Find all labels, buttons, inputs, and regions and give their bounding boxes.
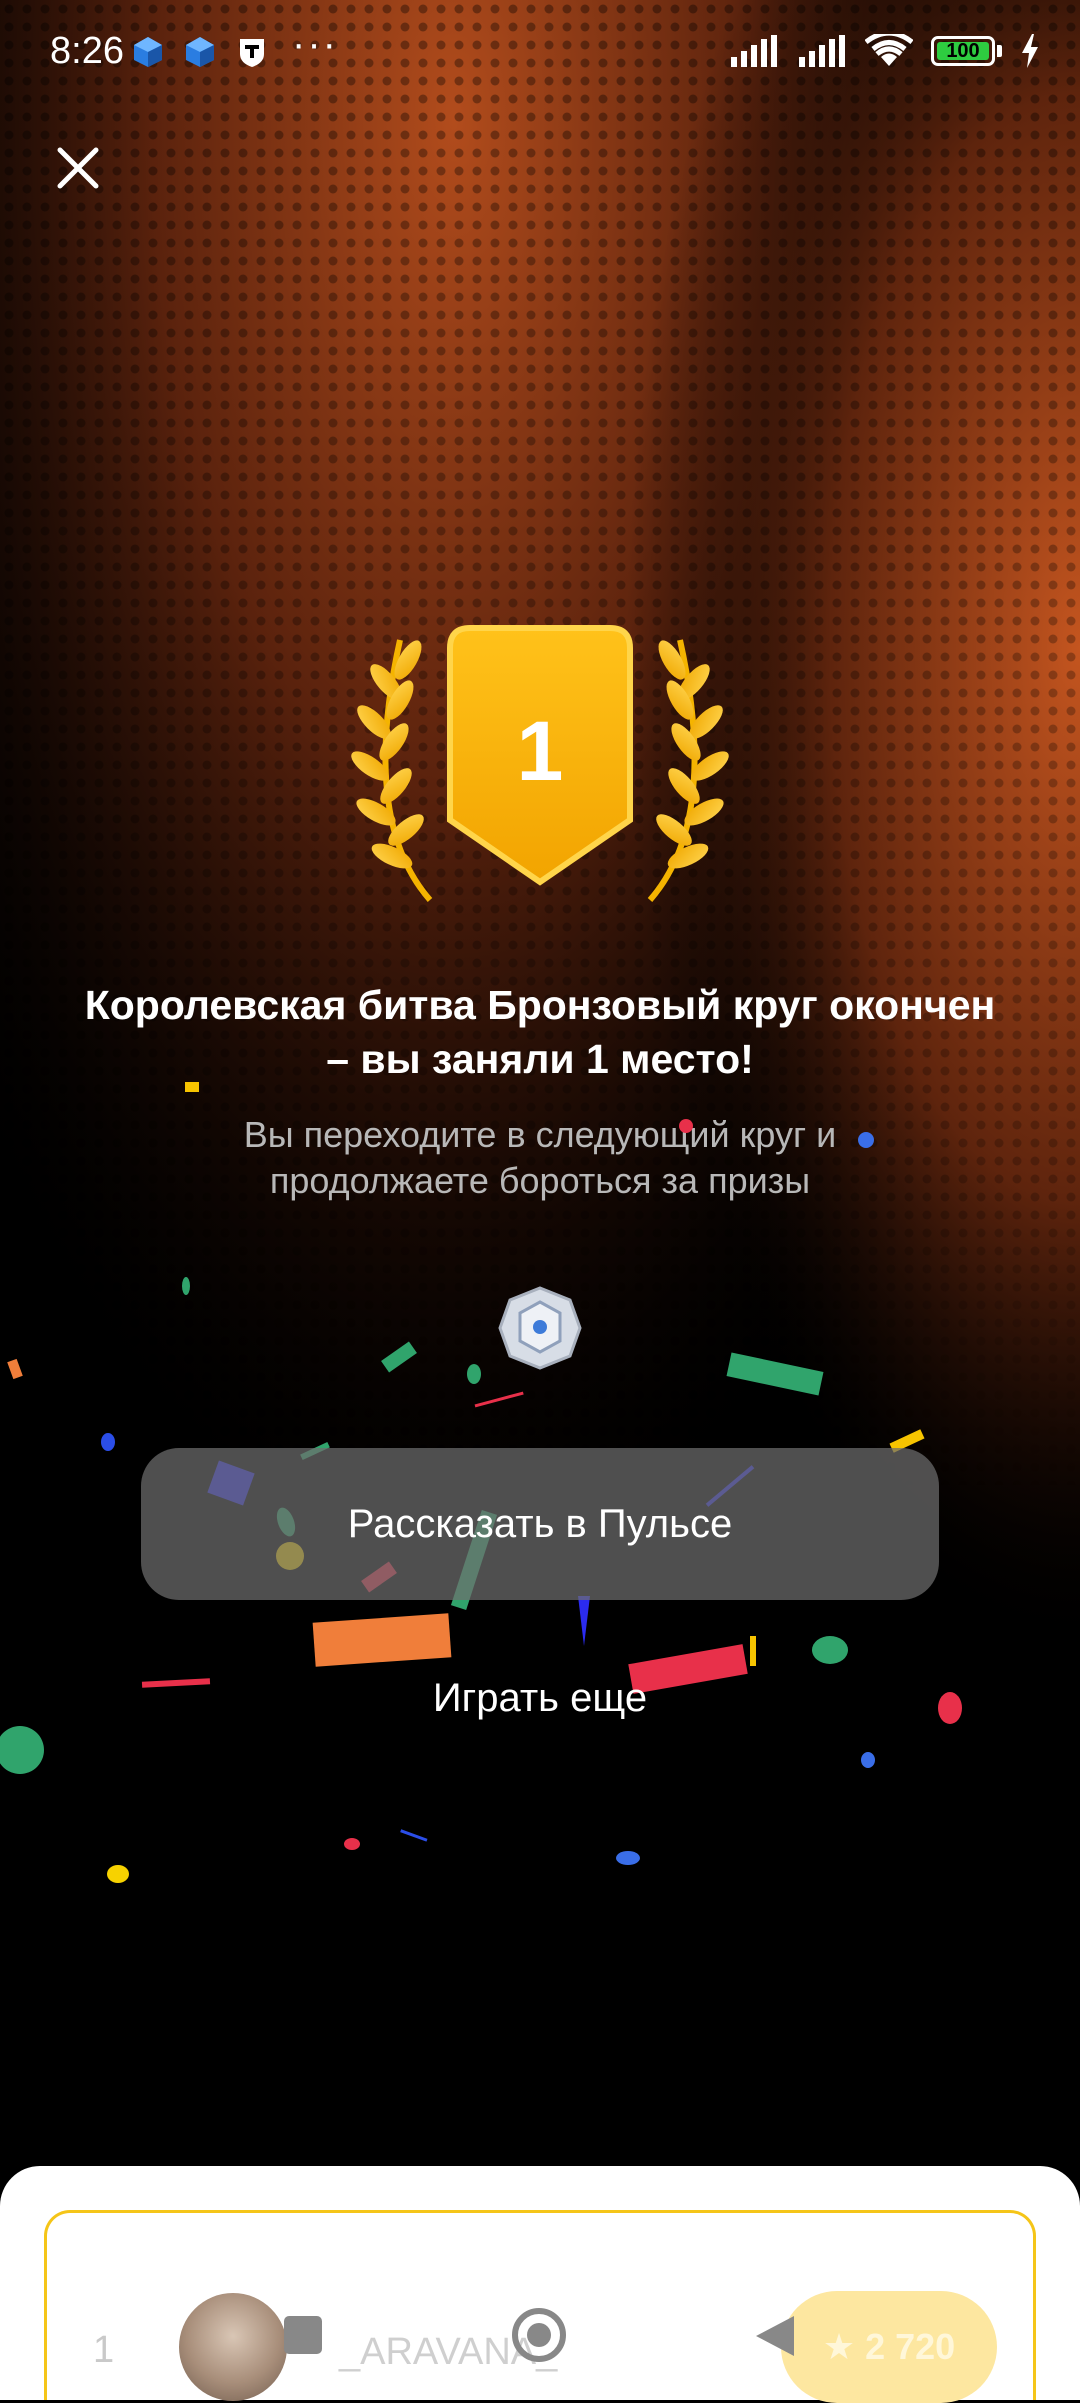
home-icon[interactable] <box>510 2306 568 2364</box>
notification-icons <box>130 34 270 70</box>
share-in-pulse-button[interactable]: Рассказать в Пульсе <box>141 1448 939 1600</box>
charging-icon <box>1022 34 1038 68</box>
status-time: 8:26 <box>50 30 124 72</box>
result-subtitle: Вы переходите в следующий круг и продолж… <box>243 1114 837 1201</box>
league-token-icon <box>498 1286 582 1370</box>
shield-t-app-icon <box>240 39 264 67</box>
system-icons: 100 <box>729 34 1040 68</box>
cube-app-icon <box>134 37 162 67</box>
system-nav-bar <box>0 2282 1080 2400</box>
laurel-left-icon <box>351 639 433 902</box>
close-icon[interactable] <box>50 140 106 196</box>
first-place-badge: 1 <box>351 625 729 902</box>
wifi-icon <box>865 34 913 66</box>
laurel-right-icon <box>647 639 729 902</box>
battery-icon: 100 <box>931 36 995 66</box>
battery-level: 100 <box>946 39 980 62</box>
more-notifications-icon: ··· <box>292 22 338 66</box>
recent-apps-icon[interactable] <box>284 2316 322 2354</box>
signal-icon <box>731 35 777 67</box>
cube-app-icon <box>186 37 214 67</box>
place-number: 1 <box>517 704 564 798</box>
result-title: Королевская битва Бронзовый круг окончен… <box>84 982 996 1082</box>
play-again-link[interactable]: Играть еще <box>340 1676 740 1721</box>
status-bar: 8:26 ··· 100 <box>0 0 1080 110</box>
signal-icon <box>799 35 845 67</box>
back-icon[interactable] <box>752 2312 798 2360</box>
